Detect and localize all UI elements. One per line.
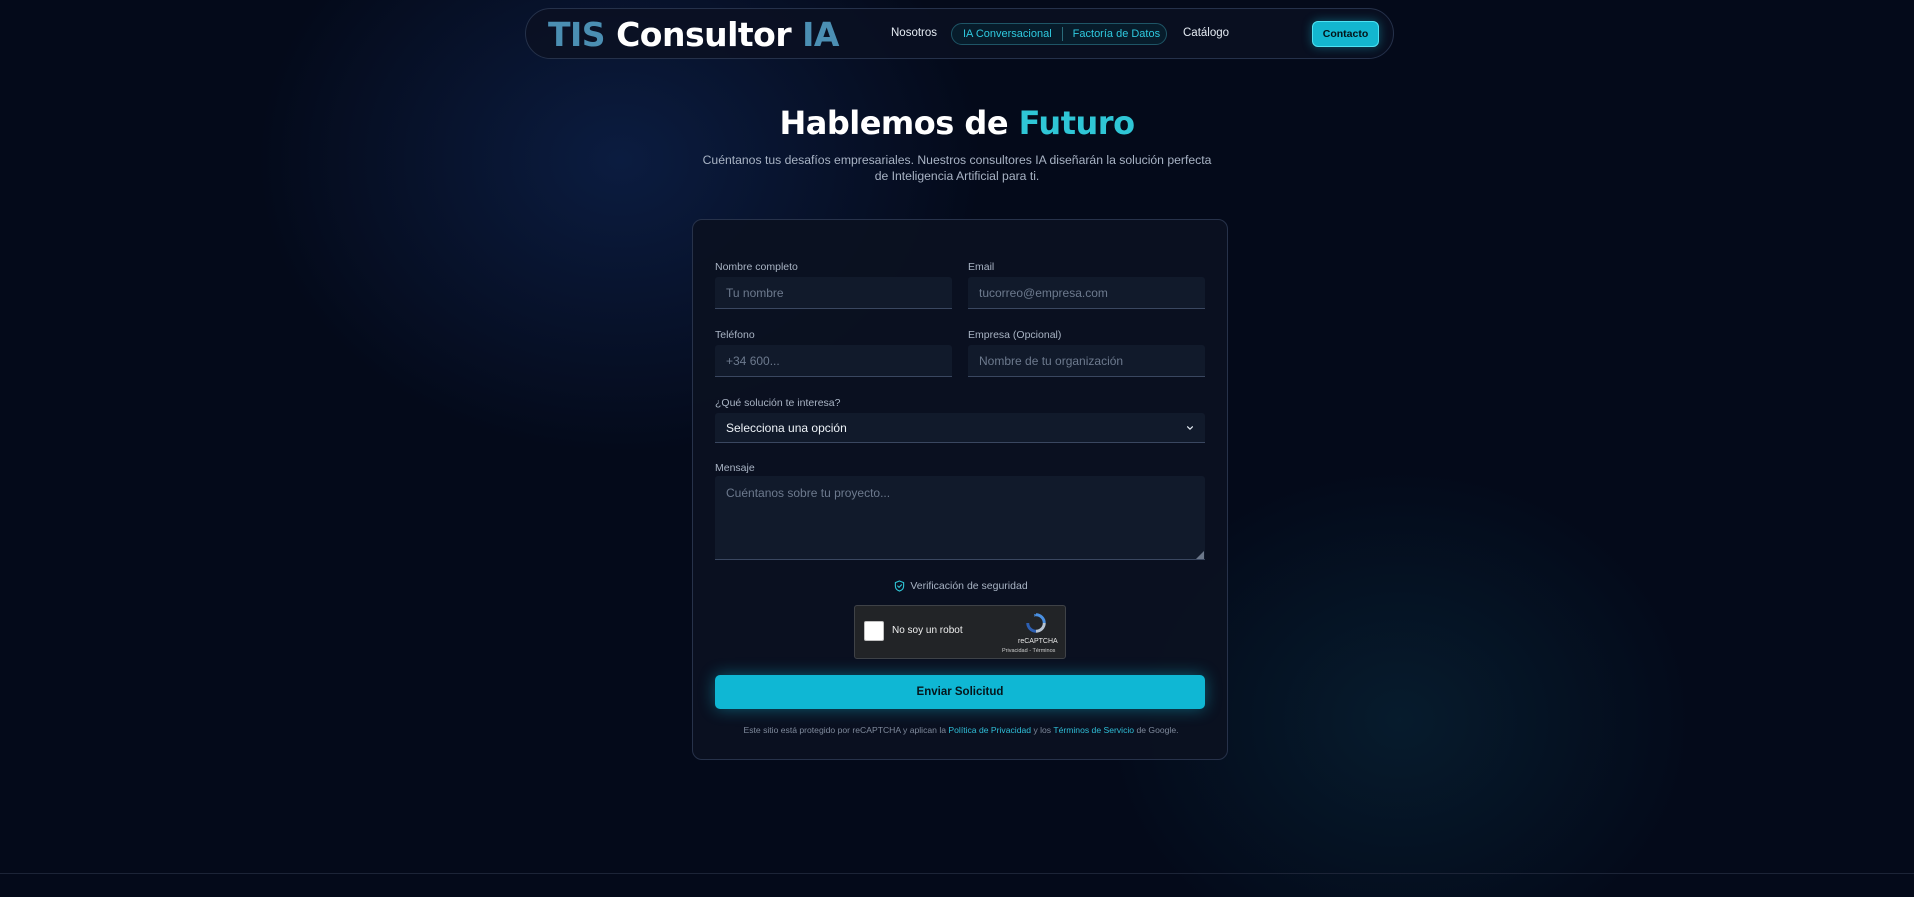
legal-text-post: de Google.	[1136, 725, 1179, 735]
page-title-accent: Futuro	[1018, 104, 1135, 142]
message-textarea[interactable]	[715, 476, 1205, 560]
solution-select-value: Selecciona una opción	[726, 420, 847, 435]
security-verification-label: Verificación de seguridad	[910, 580, 1028, 592]
page-title: Hablemos de Futuro	[0, 104, 1914, 142]
privacy-policy-link[interactable]: Política de Privacidad	[948, 725, 1031, 735]
chevron-down-icon	[1187, 425, 1193, 430]
solution-select[interactable]: Selecciona una opción	[715, 413, 1205, 443]
nav-link-nosotros[interactable]: Nosotros	[891, 27, 937, 39]
nav-pill-divider	[1061, 27, 1063, 41]
recaptcha-widget: No soy un robot reCAPTCHA Privacidad - T…	[854, 605, 1066, 659]
company-label: Empresa (Opcional)	[968, 329, 1062, 341]
name-input[interactable]	[715, 277, 952, 309]
shield-check-icon	[895, 580, 905, 592]
solution-label: ¿Qué solución te interesa?	[715, 397, 841, 409]
recaptcha-logo-icon	[1026, 613, 1046, 633]
nav-link-ia-conversacional[interactable]: IA Conversacional	[963, 28, 1052, 40]
phone-input[interactable]	[715, 345, 952, 377]
nav-link-catalogo[interactable]: Catálogo	[1183, 27, 1229, 39]
nav-link-factoria-datos[interactable]: Factoría de Datos	[1073, 28, 1160, 40]
legal-text-pre: Este sitio está protegido por reCAPTCHA …	[743, 725, 947, 735]
footer-divider	[0, 873, 1914, 874]
name-label: Nombre completo	[715, 261, 798, 273]
message-label: Mensaje	[715, 462, 755, 474]
terms-of-service-link[interactable]: Términos de Servicio	[1053, 725, 1134, 735]
security-verification: Verificación de seguridad	[693, 580, 1229, 592]
contact-form: Nombre completo Email Teléfono Empresa (…	[692, 219, 1228, 760]
legal-notice: Este sitio está protegido por reCAPTCHA …	[693, 725, 1229, 735]
page-subtitle: Cuéntanos tus desafíos empresariales. Nu…	[702, 153, 1212, 183]
recaptcha-label: No soy un robot	[892, 625, 963, 636]
email-input[interactable]	[968, 277, 1205, 309]
logo-part-tis: TIS	[548, 15, 606, 54]
navbar: TIS Consultor IA Nosotros IA Conversacio…	[525, 8, 1394, 59]
recaptcha-brand: reCAPTCHA	[1018, 638, 1058, 645]
logo[interactable]: TIS Consultor IA	[548, 15, 839, 54]
logo-part-ia: IA	[802, 15, 839, 54]
recaptcha-checkbox[interactable]	[864, 621, 884, 641]
submit-button[interactable]: Enviar Solicitud	[715, 675, 1205, 709]
recaptcha-links[interactable]: Privacidad - Términos	[1002, 648, 1055, 654]
legal-text-mid: y los	[1033, 725, 1052, 735]
email-label: Email	[968, 261, 995, 273]
page-title-main: Hablemos de	[779, 104, 1009, 142]
contact-button[interactable]: Contacto	[1312, 21, 1379, 47]
phone-label: Teléfono	[715, 329, 755, 341]
company-input[interactable]	[968, 345, 1205, 377]
nav-pill-group: IA Conversacional Factoría de Datos	[951, 23, 1167, 45]
resize-handle-icon[interactable]	[1196, 551, 1204, 559]
logo-part-consultor: Consultor	[616, 15, 792, 54]
